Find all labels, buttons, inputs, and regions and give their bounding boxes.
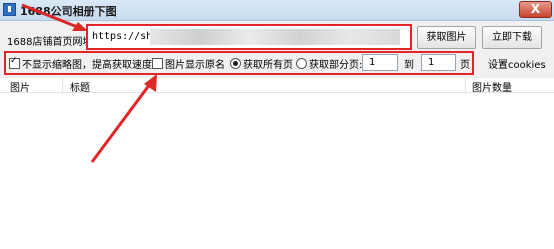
annotation-arrows bbox=[21, 3, 157, 163]
arrow-to-options-line bbox=[90, 83, 152, 163]
arrow-to-url-line bbox=[21, 3, 81, 30]
